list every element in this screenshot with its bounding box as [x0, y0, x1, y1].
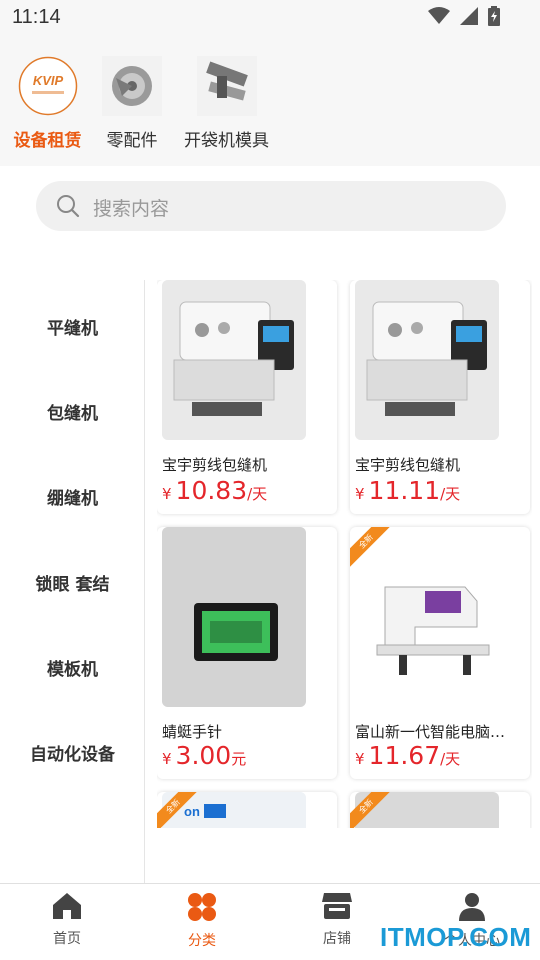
sidebar-item-automation[interactable]: 自动化设备 — [0, 740, 144, 765]
sidebar-item-overlock[interactable]: 包缝机 — [0, 399, 144, 424]
product-title: 富山新一代智能电脑… — [355, 723, 506, 741]
status-bar: 11:14 — [0, 0, 540, 36]
product-grid: 宝宇剪线包缝机 ¥10.83/天 宝宇剪线包缝机 ¥11.11/天 蜻蜓手针 ¥… — [157, 280, 532, 828]
tab-label: 店铺 — [323, 931, 351, 947]
top-category-parts[interactable]: 零配件 — [101, 56, 163, 151]
sidebar-item-template[interactable]: 模板机 — [0, 655, 144, 680]
wifi-icon — [428, 7, 450, 24]
kvip-logo-icon: KVIP — [18, 56, 77, 116]
new-badge: 全新 — [350, 792, 390, 828]
status-icons — [428, 6, 500, 26]
tab-label: 首页 — [53, 931, 81, 947]
product-price: ¥10.83/天 — [162, 476, 268, 505]
product-card[interactable]: 全新 — [350, 792, 530, 828]
sidebar-item-lockstitch[interactable]: 平缝机 — [0, 314, 144, 339]
product-card[interactable]: 宝宇剪线包缝机 ¥10.83/天 — [157, 280, 337, 514]
tab-home[interactable]: 首页 — [17, 892, 117, 948]
new-badge — [350, 280, 390, 320]
search-input[interactable]: 搜索内容 — [36, 181, 506, 231]
top-category-molds[interactable]: 开袋机模具 — [180, 56, 273, 151]
product-card[interactable]: 全新 富山新一代智能电脑… ¥11.67/天 — [350, 527, 530, 779]
product-title: 宝宇剪线包缝机 — [162, 456, 268, 474]
user-icon — [459, 893, 485, 921]
home-icon — [53, 893, 81, 919]
sidebar-item-buttonhole[interactable]: 锁眼 套结 — [0, 570, 144, 595]
product-image — [162, 527, 306, 707]
new-badge: 全新 — [350, 527, 390, 567]
product-price: ¥11.11/天 — [355, 476, 461, 505]
search-icon — [57, 195, 80, 218]
product-title: 蜻蜓手针 — [162, 723, 223, 741]
product-price: ¥3.00元 — [162, 741, 247, 770]
store-icon — [322, 893, 352, 919]
tab-label: 分类 — [188, 933, 216, 949]
battery-icon — [488, 6, 500, 26]
product-card[interactable]: 蜻蜓手针 ¥3.00元 — [157, 527, 337, 779]
tab-category[interactable]: 分类 — [152, 892, 252, 950]
hand-needle-image — [162, 527, 306, 707]
rotary-hook-icon — [102, 56, 162, 116]
search-placeholder: 搜索内容 — [93, 198, 170, 220]
product-card[interactable]: 宝宇剪线包缝机 ¥11.11/天 — [350, 280, 530, 514]
tab-store[interactable]: 店铺 — [287, 892, 387, 948]
svg-text:KVIP: KVIP — [32, 73, 63, 88]
signal-icon — [460, 7, 478, 25]
product-price: ¥11.67/天 — [355, 741, 461, 770]
new-badge — [157, 280, 197, 320]
status-time: 11:14 — [12, 6, 61, 28]
category-sidebar: 平缝机 包缝机 绷缝机 锁眼 套结 模板机 自动化设备 — [0, 280, 145, 883]
new-badge: 全新 — [157, 792, 197, 828]
product-title: 宝宇剪线包缝机 — [355, 456, 461, 474]
category-header: KVIP 设备租赁 零配件 开袋机模具 — [0, 36, 540, 166]
top-category-rental[interactable]: KVIP 设备租赁 — [10, 56, 85, 151]
top-category-label: 零配件 — [106, 131, 158, 151]
category-icon — [188, 893, 216, 921]
top-category-label: 开袋机模具 — [184, 131, 269, 151]
sidebar-item-coverstitch[interactable]: 绷缝机 — [0, 484, 144, 509]
watermark: ITMOP.COM — [380, 922, 532, 952]
top-category-label: 设备租赁 — [13, 131, 82, 151]
mold-icon — [196, 56, 257, 116]
product-card[interactable]: on 全新 — [157, 792, 337, 828]
